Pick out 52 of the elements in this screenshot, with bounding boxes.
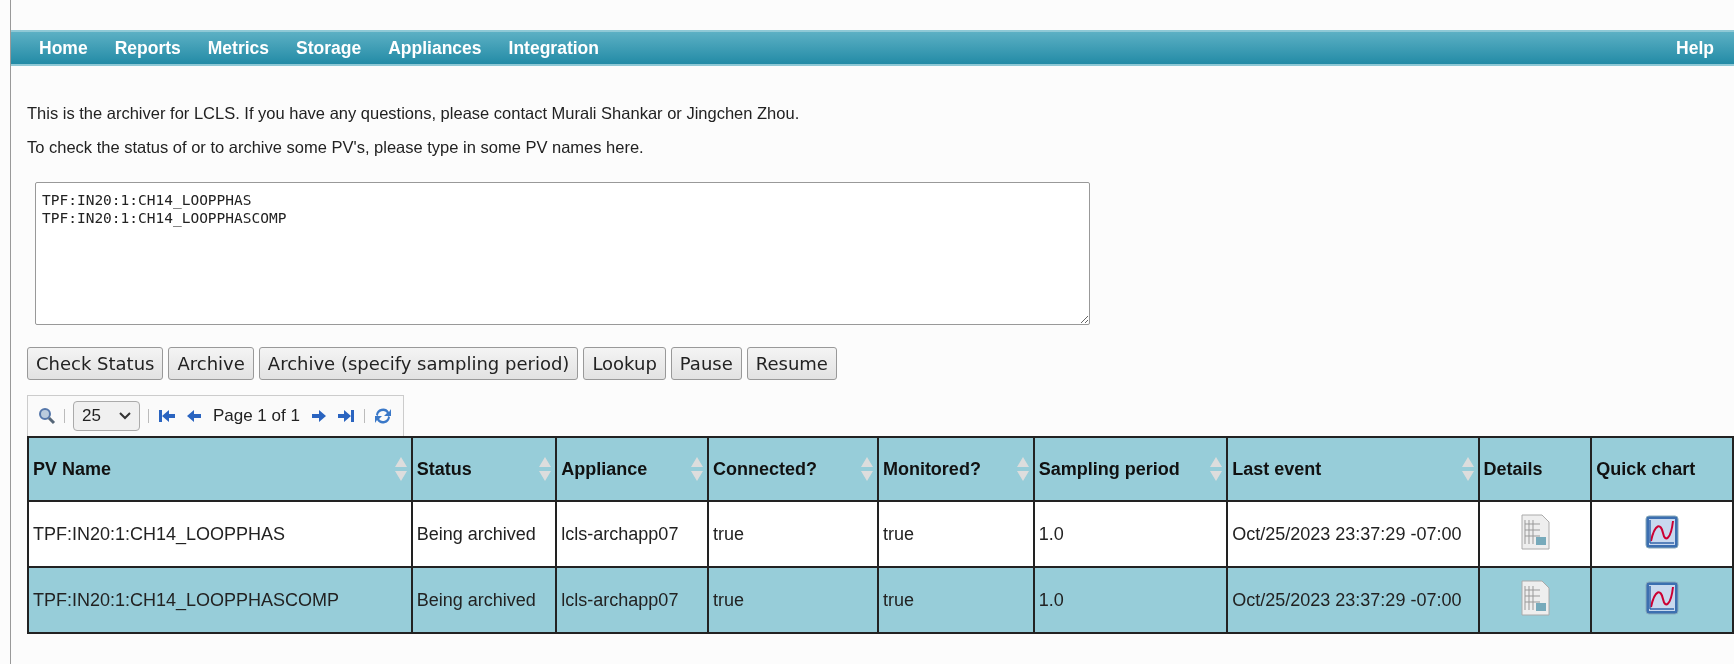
column-header: Quick chart (1591, 437, 1733, 501)
sort-icon[interactable] (1210, 457, 1223, 481)
chevron-down-icon (118, 412, 131, 420)
column-header: Details (1478, 437, 1592, 501)
refresh-icon[interactable] (372, 407, 393, 425)
sort-icon[interactable] (691, 457, 704, 481)
pv-names-field[interactable]: TPF:IN20:1:CH14_LOOPPHAS TPF:IN20:1:CH14_LOOPPHASCOMP (35, 182, 1090, 325)
table-cell: Being archived (411, 567, 557, 633)
table-cell: Oct/25/2023 23:37:29 -07:00 (1227, 567, 1479, 633)
table-cell: lcls-archapp07 (556, 567, 709, 633)
table-cell: Being archived (411, 501, 557, 567)
table-row[interactable]: TPF:IN20:1:CH14_LOOPPHASCOMP Being archived lcls-archapp07 true true 1.0 Oct/25/2023 23:37:29 -07:00 (28, 567, 1733, 633)
sort-icon[interactable] (394, 457, 407, 481)
table-cell: 1.0 (1033, 501, 1228, 567)
column-header[interactable]: Sampling period (1033, 437, 1228, 501)
table-cell: TPF:IN20:1:CH14_LOOPPHAS (28, 501, 412, 567)
search-icon[interactable] (38, 407, 56, 425)
table-cell: true (708, 501, 878, 567)
table-cell: 1.0 (1033, 567, 1228, 633)
action-button[interactable]: Check Status (27, 347, 164, 380)
table-cell: true (877, 501, 1034, 567)
column-header[interactable]: Appliance (556, 437, 709, 501)
sort-icon[interactable] (539, 457, 552, 481)
action-button[interactable]: Resume (746, 347, 837, 380)
column-header[interactable]: Monitored? (877, 437, 1034, 501)
table-cell: Oct/25/2023 23:37:29 -07:00 (1227, 501, 1479, 567)
column-header[interactable]: PV Name (28, 437, 412, 501)
column-header[interactable]: Status (411, 437, 557, 501)
intro-text: To check the status of or to archive some PV's, please type in some PV names here. (27, 137, 645, 158)
sort-icon[interactable] (860, 457, 873, 481)
action-button[interactable]: Archive (168, 347, 254, 380)
table-row[interactable]: TPF:IN20:1:CH14_LOOPPHAS Being archived lcls-archapp07 true true 1.0 Oct/25/2023 23:37:29 -07:00 (28, 501, 1733, 567)
sort-icon[interactable] (1461, 457, 1474, 481)
document-icon[interactable] (1519, 579, 1550, 616)
action-button[interactable]: Lookup (583, 347, 666, 380)
last-page-icon[interactable] (335, 408, 356, 424)
table-cell: true (877, 567, 1034, 633)
first-page-icon[interactable] (156, 408, 177, 424)
column-header[interactable]: Last event (1227, 437, 1479, 501)
chart-icon[interactable] (1645, 514, 1680, 549)
page-size-select[interactable]: 25 (73, 401, 140, 431)
action-button[interactable]: Pause (670, 347, 742, 380)
document-icon[interactable] (1519, 513, 1550, 550)
chart-icon[interactable] (1645, 580, 1680, 615)
column-header[interactable]: Connected? (708, 437, 878, 501)
intro-text: This is the archiver for LCLS. If you have any questions, please contact Murali Shankar or Jingchen Zhou. (27, 103, 801, 124)
sort-icon[interactable] (1016, 457, 1029, 481)
page-indicator: Page 1 of 1 (212, 406, 300, 426)
action-button[interactable]: Archive (specify sampling period) (258, 347, 579, 380)
table-cell: TPF:IN20:1:CH14_LOOPPHASCOMP (28, 567, 412, 633)
table-cell: true (708, 567, 878, 633)
table-cell: lcls-archapp07 (556, 501, 709, 567)
